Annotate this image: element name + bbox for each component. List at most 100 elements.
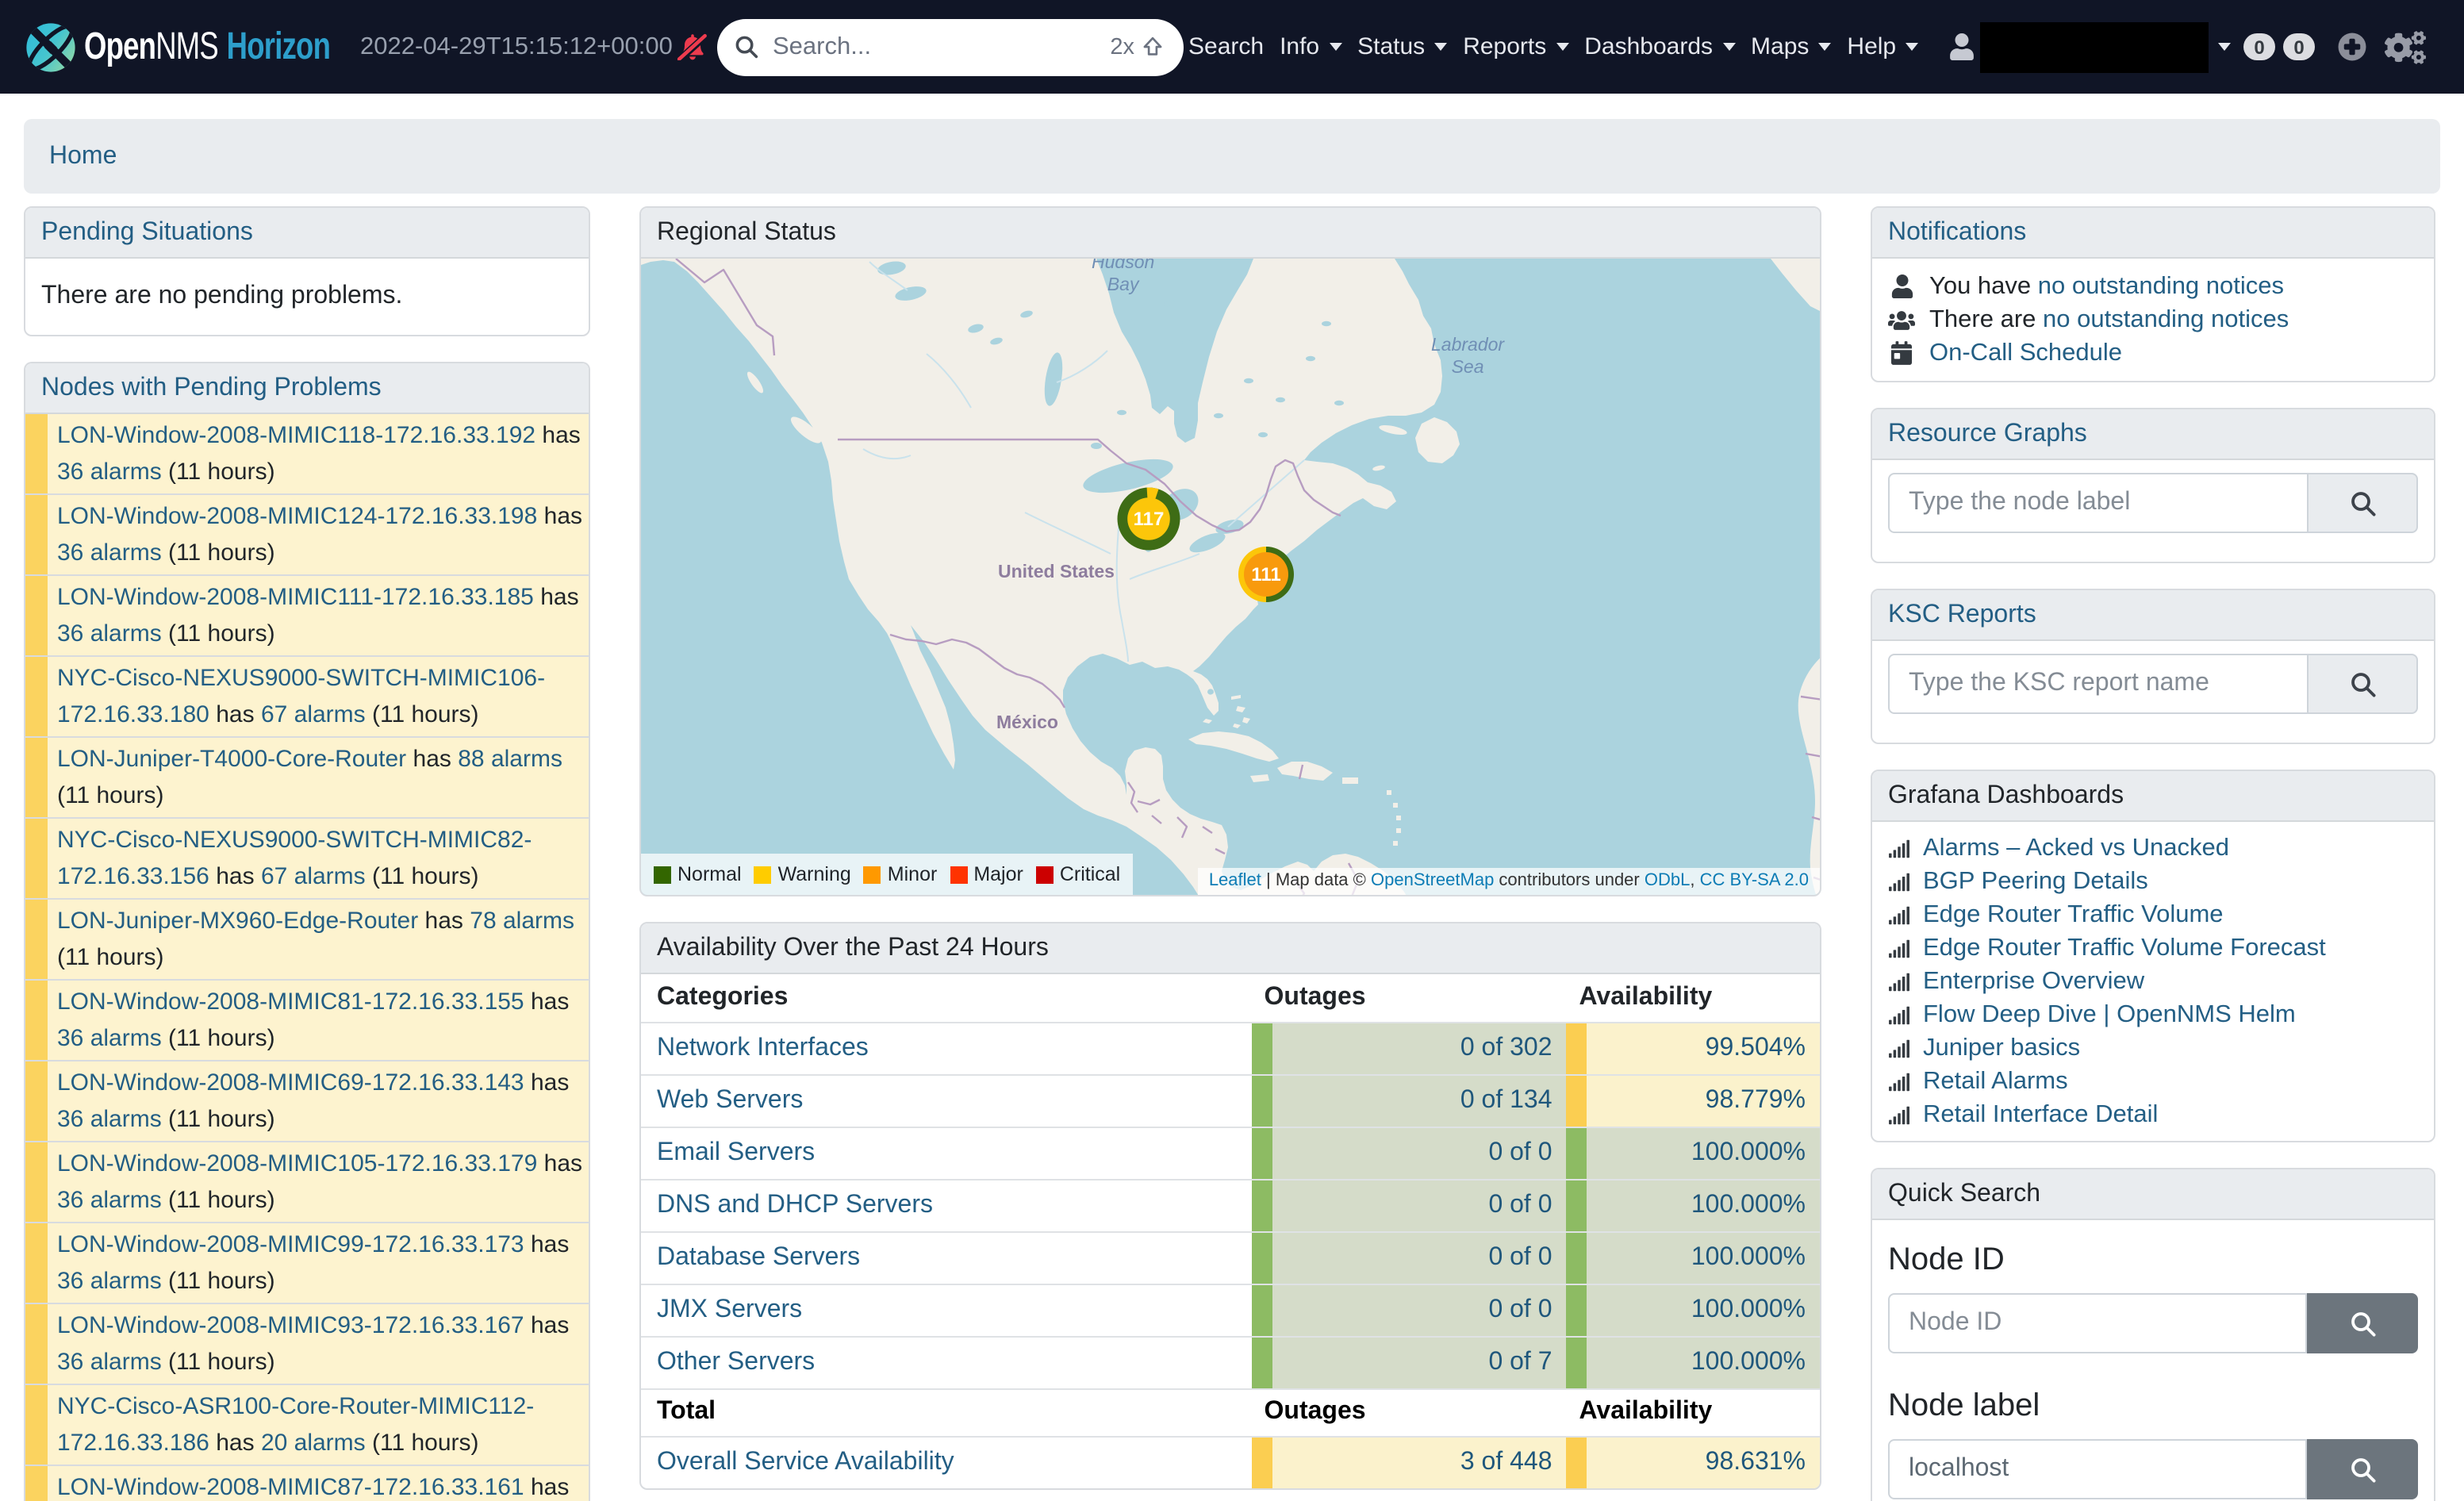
osm-link[interactable]: OpenStreetMap	[1371, 871, 1494, 890]
resource-graphs-title[interactable]: Resource Graphs	[1888, 420, 2087, 447]
node-id-search-button[interactable]	[2307, 1293, 2418, 1353]
alarms-link[interactable]: 20 alarms	[261, 1430, 366, 1457]
oncall-schedule-link[interactable]: On-Call Schedule	[1929, 340, 2122, 367]
grafana-dashboard-link[interactable]: Alarms – Acked vs Unacked	[1923, 831, 2229, 865]
nav-item-help[interactable]: Help	[1839, 33, 1926, 60]
nodes-problems-title[interactable]: Nodes with Pending Problems	[41, 374, 382, 401]
notice-count-badge-0[interactable]: 0	[2243, 33, 2275, 60]
nav-item-reports[interactable]: Reports	[1455, 33, 1576, 60]
signal-bars-icon	[1888, 1105, 1910, 1124]
node-link[interactable]: LON-Window-2008-MIMIC111-172.16.33.185	[57, 584, 534, 611]
nav-item-status[interactable]: Status	[1349, 33, 1455, 60]
alarms-link[interactable]: 36 alarms	[57, 1025, 162, 1052]
severity-stripe	[25, 1466, 48, 1501]
nav-item-dashboards[interactable]: Dashboards	[1576, 33, 1743, 60]
node-link[interactable]: LON-Window-2008-MIMIC99-172.16.33.173	[57, 1231, 524, 1258]
grafana-dashboard-link[interactable]: Flow Deep Dive | OpenNMS Helm	[1923, 998, 2296, 1031]
leaflet-link[interactable]: Leaflet	[1209, 871, 1261, 890]
map-attribution: Leaflet | Map data © OpenStreetMap contr…	[1198, 868, 1820, 895]
alarms-link[interactable]: 36 alarms	[57, 1187, 162, 1214]
category-link[interactable]: DNS and DHCP Servers	[657, 1191, 933, 1218]
alarms-link[interactable]: 36 alarms	[57, 1106, 162, 1133]
user-caret-icon	[2218, 43, 2231, 51]
gears-settings-icon[interactable]	[2385, 29, 2426, 64]
your-notices-link[interactable]: no outstanding notices	[2038, 273, 2284, 300]
node-label-search-button[interactable]	[2307, 1439, 2418, 1499]
node-label-input[interactable]	[1888, 1439, 2307, 1499]
ksc-reports-title[interactable]: KSC Reports	[1888, 601, 2036, 628]
signal-bars-icon	[1888, 1072, 1910, 1091]
alarms-link[interactable]: 36 alarms	[57, 620, 162, 647]
grafana-dashboard-link[interactable]: Retail Alarms	[1923, 1065, 2068, 1098]
severity-stripe	[25, 1223, 48, 1303]
node-link[interactable]: LON-Window-2008-MIMIC69-172.16.33.143	[57, 1069, 524, 1096]
severity-stripe	[25, 495, 48, 574]
severity-stripe	[25, 1061, 48, 1141]
severity-stripe	[25, 1304, 48, 1384]
grafana-dashboard-item: Edge Router Traffic Volume	[1888, 898, 2418, 931]
grafana-dashboard-item: Flow Deep Dive | OpenNMS Helm	[1888, 998, 2418, 1031]
category-link[interactable]: Network Interfaces	[657, 1034, 869, 1061]
alarms-link[interactable]: 36 alarms	[57, 539, 162, 566]
add-plus-icon[interactable]	[2337, 32, 2367, 62]
alarms-link[interactable]: 78 alarms	[470, 908, 574, 935]
category-link[interactable]: JMX Servers	[657, 1296, 802, 1322]
breadcrumb-home-link[interactable]: Home	[49, 143, 117, 170]
resource-graphs-search-button[interactable]	[2309, 473, 2418, 533]
alarms-link[interactable]: 36 alarms	[57, 1268, 162, 1295]
notifications-title[interactable]: Notifications	[1888, 219, 2026, 246]
grafana-dashboard-link[interactable]: Juniper basics	[1923, 1031, 2080, 1065]
alarms-link[interactable]: 88 alarms	[458, 746, 562, 773]
map-marker-117[interactable]: 117	[1117, 487, 1180, 551]
grafana-dashboard-link[interactable]: BGP Peering Details	[1923, 865, 2148, 898]
all-notices-link[interactable]: no outstanding notices	[2043, 306, 2289, 333]
navbar-search[interactable]: 2x	[717, 18, 1184, 75]
brand[interactable]: OpenNMSHorizon	[25, 0, 408, 94]
node-link[interactable]: LON-Juniper-MX960-Edge-Router	[57, 908, 418, 935]
node-link[interactable]: LON-Window-2008-MIMIC118-172.16.33.192	[57, 422, 535, 449]
alarms-link[interactable]: 67 alarms	[261, 863, 366, 890]
nav-item-search[interactable]: Search	[1180, 33, 1272, 60]
category-link[interactable]: Database Servers	[657, 1243, 860, 1270]
alarms-link[interactable]: 36 alarms	[57, 1349, 162, 1376]
grafana-dashboard-link[interactable]: Edge Router Traffic Volume Forecast	[1923, 931, 2326, 965]
alarms-link[interactable]: 67 alarms	[261, 701, 366, 728]
chevron-down-icon	[1722, 43, 1735, 51]
node-label-label: Node label	[1888, 1385, 2418, 1426]
overall-availability-link[interactable]: Overall Service Availability	[657, 1449, 954, 1476]
ksc-reports-search-button[interactable]	[2309, 654, 2418, 714]
user-menu[interactable]	[1948, 0, 2231, 94]
severity-stripe	[25, 819, 48, 898]
outages-value: 0 of 0	[1252, 1179, 1567, 1231]
search-input[interactable]	[773, 33, 1110, 61]
map-marker-111[interactable]: 111	[1233, 541, 1299, 608]
grafana-dashboard-item: Retail Alarms	[1888, 1065, 2418, 1098]
ccbysa-link[interactable]: CC BY-SA 2.0	[1700, 871, 1809, 890]
category-link[interactable]: Email Servers	[657, 1138, 815, 1165]
node-link[interactable]: LON-Juniper-T4000-Core-Router	[57, 746, 406, 773]
node-link[interactable]: LON-Window-2008-MIMIC105-172.16.33.179	[57, 1150, 537, 1177]
search-icon	[2349, 1456, 2376, 1483]
bell-slash-icon[interactable]	[677, 0, 708, 94]
notice-count-badge-1[interactable]: 0	[2283, 33, 2315, 60]
node-id-input[interactable]	[1888, 1293, 2307, 1353]
category-link[interactable]: Other Servers	[657, 1348, 815, 1375]
node-link[interactable]: LON-Window-2008-MIMIC87-172.16.33.161	[57, 1474, 524, 1501]
nav-item-info[interactable]: Info	[1272, 33, 1349, 60]
category-link[interactable]: Web Servers	[657, 1086, 803, 1113]
node-link[interactable]: LON-Window-2008-MIMIC81-172.16.33.155	[57, 989, 524, 1015]
alarms-link[interactable]: 36 alarms	[57, 459, 162, 486]
odbl-link[interactable]: ODbL	[1645, 871, 1691, 890]
search-icon	[2349, 1310, 2376, 1337]
redacted-username	[1980, 21, 2209, 72]
grafana-dashboard-link[interactable]: Enterprise Overview	[1923, 965, 2144, 998]
pending-situations-title[interactable]: Pending Situations	[41, 219, 253, 246]
node-link[interactable]: LON-Window-2008-MIMIC93-172.16.33.167	[57, 1312, 524, 1339]
node-link[interactable]: LON-Window-2008-MIMIC124-172.16.33.198	[57, 503, 537, 530]
grafana-dashboard-link[interactable]: Edge Router Traffic Volume	[1923, 898, 2224, 931]
region-map[interactable]: HudsonBay LabradorSea United States Méxi…	[641, 259, 1820, 895]
nav-item-maps[interactable]: Maps	[1743, 33, 1839, 60]
grafana-dashboard-link[interactable]: Retail Interface Detail	[1923, 1098, 2158, 1131]
ksc-reports-input[interactable]	[1888, 654, 2309, 714]
resource-graphs-input[interactable]	[1888, 473, 2309, 533]
